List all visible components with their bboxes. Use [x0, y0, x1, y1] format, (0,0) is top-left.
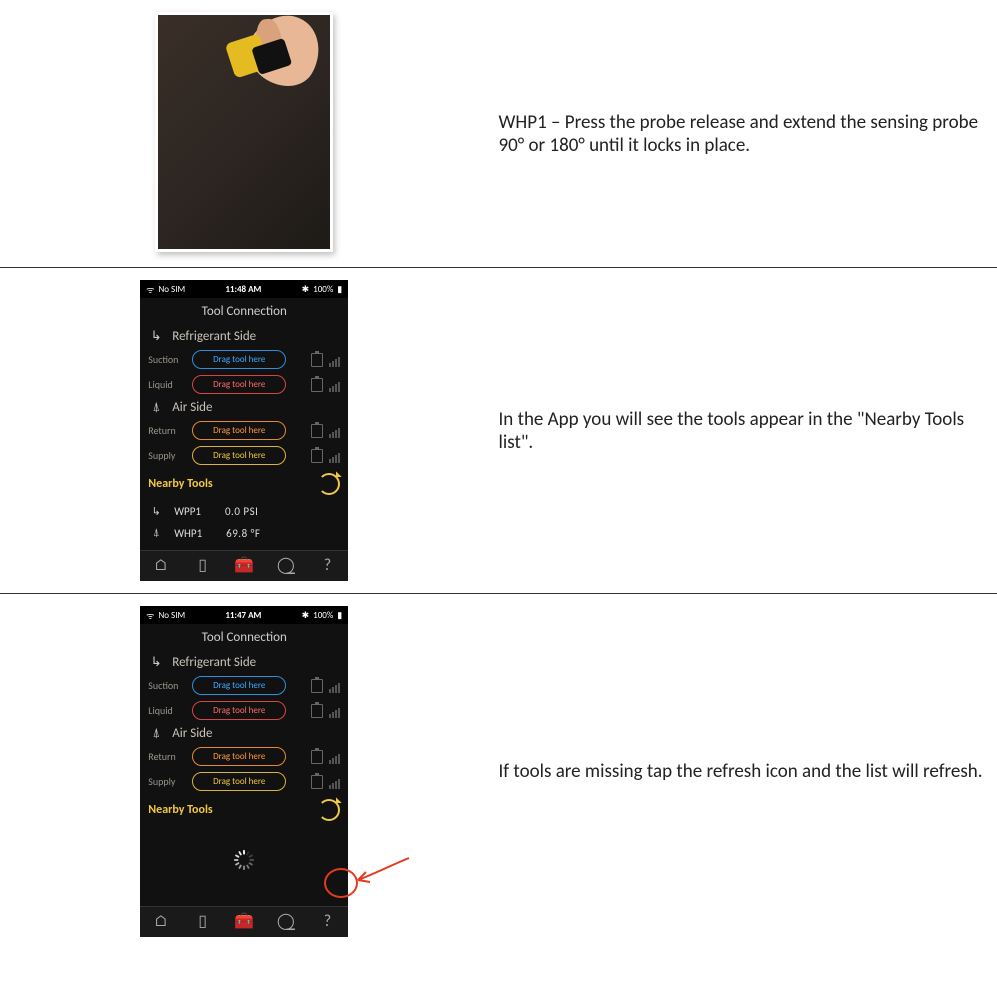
signal-icon: [329, 775, 340, 789]
help-icon[interactable]: ?: [317, 911, 337, 931]
help-icon[interactable]: ?: [317, 555, 337, 575]
refresh-icon[interactable]: [318, 799, 340, 821]
battery-icon: [311, 353, 323, 367]
status-time: 11:47 AM: [225, 610, 261, 621]
liquid-label: Liquid: [148, 704, 186, 717]
supply-label: Supply: [148, 775, 186, 788]
row1-text: WHP1 – Press the probe release and exten…: [499, 111, 987, 157]
status-battery-pct: 100%: [313, 610, 333, 621]
nearby-tool-row[interactable]: ↳ WPP1 0.0 PSI: [148, 501, 340, 522]
section-refrigerant: ↳ Refrigerant Side: [148, 329, 340, 344]
signal-icon: [329, 449, 340, 463]
row2-text: In the App you will see the tools appear…: [499, 408, 987, 454]
signal-icon: [329, 679, 340, 693]
profile-icon[interactable]: ◯̲: [276, 555, 296, 575]
signal-icon: [329, 750, 340, 764]
supply-drop-target[interactable]: Drag tool here: [192, 772, 286, 791]
tool-value: 0.0 PSI: [225, 505, 258, 518]
signal-icon: [329, 378, 340, 392]
supply-label: Supply: [148, 449, 186, 462]
return-label: Return: [148, 750, 186, 763]
instruction-table: WHP1 – Press the probe release and exten…: [0, 0, 997, 949]
bluetooth-icon: ✱: [302, 610, 310, 621]
profile-icon[interactable]: ◯̲: [276, 911, 296, 931]
battery-icon: [311, 424, 323, 438]
suction-label: Suction: [148, 679, 186, 692]
app-screenshot-refreshing: ᯤNo SIM 11:47 AM ✱100%▮ Tool Connection …: [140, 606, 348, 937]
wifi-icon: ᯤ: [146, 283, 154, 296]
battery-icon: [311, 679, 323, 693]
screen-title: Tool Connection: [140, 624, 348, 655]
loading-spinner-icon: [233, 849, 255, 871]
tab-bar: ⌂ ▯ 🧰 ◯̲ ?: [140, 550, 348, 581]
tab-bar: ⌂ ▯ 🧰 ◯̲ ?: [140, 906, 348, 937]
supply-drop-target[interactable]: Drag tool here: [192, 446, 286, 465]
signal-icon: [329, 353, 340, 367]
section-air-label: Air Side: [172, 400, 212, 415]
home-icon[interactable]: ⌂: [151, 911, 171, 931]
section-refrigerant: ↳ Refrigerant Side: [148, 655, 340, 670]
return-label: Return: [148, 424, 186, 437]
section-refrigerant-label: Refrigerant Side: [172, 329, 256, 344]
thermometer-icon: ⍋: [148, 526, 164, 540]
ruler-icon[interactable]: ▯: [193, 911, 213, 931]
suction-drop-target[interactable]: Drag tool here: [192, 676, 286, 695]
status-carrier: No SIM: [158, 284, 185, 295]
nearby-tools-header: Nearby Tools: [148, 803, 212, 817]
signal-icon: [329, 704, 340, 718]
battery-icon: [311, 378, 323, 392]
signal-icon: [329, 424, 340, 438]
gauge-icon: ↳: [148, 329, 164, 344]
annotation-arrow: [354, 856, 414, 890]
wifi-icon: ᯤ: [146, 609, 154, 622]
battery-icon: ▮: [337, 610, 342, 621]
liquid-drop-target[interactable]: Drag tool here: [192, 375, 286, 394]
nearby-tool-row[interactable]: ⍋ WHP1 69.8 °F: [148, 522, 340, 544]
suction-drop-target[interactable]: Drag tool here: [192, 350, 286, 369]
section-air-label: Air Side: [172, 726, 212, 741]
return-drop-target[interactable]: Drag tool here: [192, 421, 286, 440]
tool-name: WPP1: [174, 505, 201, 518]
screen-title: Tool Connection: [140, 298, 348, 329]
toolbox-icon[interactable]: 🧰: [234, 555, 254, 575]
status-time: 11:48 AM: [225, 284, 261, 295]
ruler-icon[interactable]: ▯: [193, 555, 213, 575]
return-drop-target[interactable]: Drag tool here: [192, 747, 286, 766]
section-air: ⍋ Air Side: [148, 400, 340, 415]
status-bar: ᯤ No SIM 11:48 AM ✱100% ▮: [140, 280, 348, 298]
section-refrigerant-label: Refrigerant Side: [172, 655, 256, 670]
status-carrier: No SIM: [158, 610, 185, 621]
row3-text: If tools are missing tap the refresh ico…: [499, 760, 987, 783]
home-icon[interactable]: ⌂: [151, 555, 171, 575]
suction-label: Suction: [148, 353, 186, 366]
tool-name: WHP1: [174, 527, 202, 540]
battery-icon: [311, 775, 323, 789]
toolbox-icon[interactable]: 🧰: [234, 911, 254, 931]
battery-icon: [311, 704, 323, 718]
battery-icon: [311, 449, 323, 463]
gauge-icon: ↳: [148, 505, 164, 518]
app-screenshot-nearby-tools: ᯤNo SIM 11:48 AM ✱100%▮ Tool Connection …: [140, 280, 348, 581]
gauge-icon: ↳: [148, 655, 164, 670]
bluetooth-icon: ✱: [302, 284, 310, 295]
liquid-drop-target[interactable]: Drag tool here: [192, 701, 286, 720]
probe-photo: [155, 12, 333, 252]
battery-icon: ▮: [337, 284, 342, 295]
liquid-label: Liquid: [148, 378, 186, 391]
tool-value: 69.8 °F: [226, 527, 260, 540]
status-battery-pct: 100%: [313, 284, 333, 295]
nearby-tools-header: Nearby Tools: [148, 477, 212, 491]
refresh-icon[interactable]: [318, 473, 340, 495]
section-air: ⍋ Air Side: [148, 726, 340, 741]
battery-icon: [311, 750, 323, 764]
status-bar: ᯤ No SIM 11:47 AM ✱100% ▮: [140, 606, 348, 624]
thermometer-icon: ⍋: [148, 726, 164, 741]
thermometer-icon: ⍋: [148, 400, 164, 415]
